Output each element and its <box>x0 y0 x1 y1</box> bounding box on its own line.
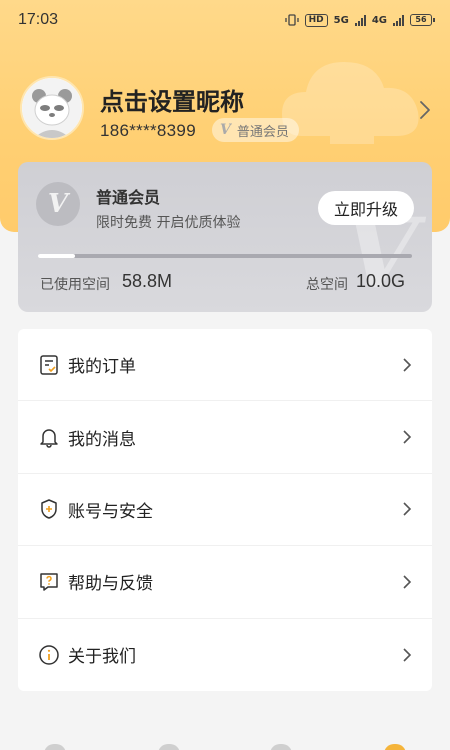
menu-item-label: 我的订单 <box>68 357 136 378</box>
menu-item-label: 关于我们 <box>68 647 136 668</box>
panda-avatar-icon <box>22 78 82 138</box>
membership-card: V V 普通会员 限时免费 开启优质体验 立即升级 已使用空间 58.8M 总空… <box>18 162 432 312</box>
storage-progress-fill <box>38 254 76 258</box>
menu-item-about-us[interactable]: 关于我们 <box>18 619 432 691</box>
menu-item-messages[interactable]: 我的消息 <box>18 401 432 474</box>
order-icon <box>38 354 60 376</box>
vip-logo-icon: V <box>36 182 80 226</box>
menu-list: 我的订单 我的消息 账号与安全 帮助与反馈 关于我们 <box>18 329 432 691</box>
total-space-label: 总空间 <box>306 277 348 293</box>
upgrade-button[interactable]: 立即升级 <box>318 191 414 225</box>
chevron-right-icon <box>403 575 412 589</box>
vip-v-icon: V <box>220 122 231 138</box>
chevron-right-icon <box>403 430 412 444</box>
chevron-right-icon <box>403 358 412 372</box>
used-space-label: 已使用空间 <box>40 277 110 293</box>
cloud-decoration-icon <box>282 62 419 144</box>
status-time: 17:03 <box>18 11 59 28</box>
menu-item-account-security[interactable]: 账号与安全 <box>18 474 432 547</box>
membership-title: 普通会员 <box>96 188 161 207</box>
member-level-label: 普通会员 <box>236 124 289 140</box>
chevron-right-icon <box>403 502 412 517</box>
member-level-badge: V 普通会员 <box>212 118 299 142</box>
menu-item-label: 我的消息 <box>68 429 136 450</box>
status-bar: 17:03 HD 5G 4G 56 <box>0 0 450 40</box>
network-5g-label: 5G <box>333 14 349 26</box>
used-space-value: 58.8M <box>122 271 173 291</box>
vibrate-icon <box>284 14 299 26</box>
menu-item-label: 帮助与反馈 <box>68 574 153 595</box>
storage-progress-bar <box>38 254 412 258</box>
help-icon <box>38 571 60 593</box>
membership-subtitle: 限时免费 开启优质体验 <box>96 215 241 231</box>
shield-icon <box>38 498 60 520</box>
phone-number: 186****8399 <box>100 121 196 140</box>
hd-badge: HD <box>304 13 328 27</box>
bell-icon <box>38 426 60 448</box>
signal-bars-icon <box>393 14 404 26</box>
menu-item-orders[interactable]: 我的订单 <box>18 329 432 402</box>
menu-item-help-feedback[interactable]: 帮助与反馈 <box>18 546 432 619</box>
info-icon <box>38 644 60 666</box>
bottom-navigation <box>0 736 450 750</box>
avatar[interactable] <box>20 76 84 140</box>
network-4g-label: 4G <box>371 14 387 26</box>
nickname-label[interactable]: 点击设置昵称 <box>100 82 244 117</box>
menu-item-label: 账号与安全 <box>68 501 153 522</box>
battery-icon: 56 <box>410 14 435 26</box>
status-icons: HD 5G 4G 56 <box>284 13 435 27</box>
chevron-right-icon[interactable] <box>418 99 432 121</box>
signal-bars-icon <box>354 14 366 26</box>
total-space-value: 10.0G <box>356 271 406 291</box>
chevron-right-icon <box>403 648 412 662</box>
